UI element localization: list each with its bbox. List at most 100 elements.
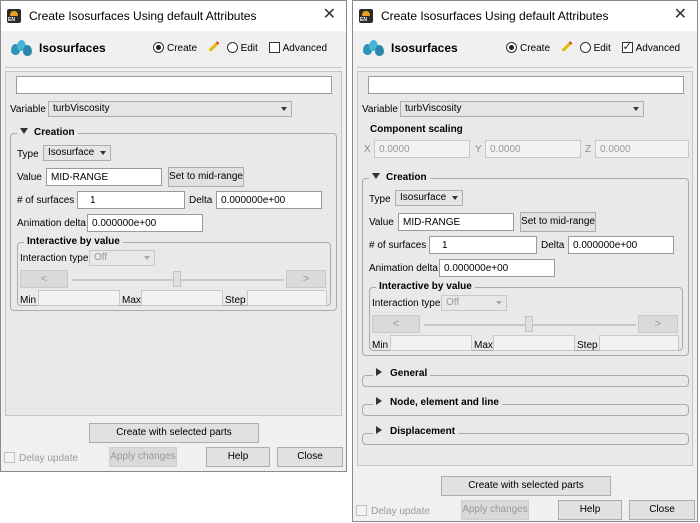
interaction-type-label: Interaction type — [20, 253, 89, 264]
scale-x-label: X — [364, 144, 371, 155]
chevron-down-icon — [281, 107, 287, 111]
slider-thumb[interactable] — [173, 271, 181, 287]
description-input[interactable] — [16, 76, 332, 94]
edit-radio[interactable] — [226, 42, 238, 53]
delay-update[interactable]: Delay update — [356, 505, 430, 517]
isosurface-drops-icon — [11, 40, 33, 58]
node-element-line-section[interactable]: Node, element and line — [362, 397, 689, 416]
num-surfaces-label: # of surfaces — [17, 195, 75, 206]
slider-prev-button[interactable]: < — [20, 270, 68, 288]
max-label: Max — [122, 295, 141, 306]
mode-header: Isosurfaces Create Edit Advanced — [1, 32, 346, 62]
scale-x-input[interactable]: 0.0000 — [374, 140, 470, 158]
set-mid-range-button[interactable]: Set to mid-range — [168, 167, 244, 187]
interactive-group: Interactive by value Interaction type Of… — [17, 236, 331, 306]
close-button[interactable]: Close — [277, 447, 343, 467]
type-select[interactable]: Isosurface — [43, 145, 111, 161]
triangle-down-icon — [20, 128, 28, 134]
interaction-type-select[interactable]: Off — [441, 295, 507, 311]
close-icon[interactable]: ✕ — [674, 7, 687, 23]
delay-update-checkbox — [356, 505, 367, 516]
general-toggle[interactable]: General — [373, 368, 431, 379]
scale-y-input[interactable]: 0.0000 — [485, 140, 581, 158]
chevron-down-icon — [496, 301, 502, 305]
apply-changes-button[interactable]: Apply changes — [461, 500, 529, 520]
advanced-label: Advanced — [282, 43, 328, 54]
step-label: Step — [225, 295, 246, 306]
advanced-checkbox[interactable] — [268, 42, 280, 53]
animation-delta-input[interactable]: 0.000000e+00 — [439, 259, 555, 277]
delta-input[interactable]: 0.000000e+00 — [568, 236, 674, 254]
node-element-line-toggle[interactable]: Node, element and line — [373, 397, 502, 408]
set-mid-range-button[interactable]: Set to mid-range — [520, 212, 596, 232]
pencil-icon — [561, 41, 573, 52]
displacement-section[interactable]: Displacement — [362, 426, 689, 445]
max-input[interactable] — [493, 335, 575, 351]
edit-label: Edit — [240, 43, 258, 54]
max-input[interactable] — [141, 290, 223, 306]
dialog-advanced: Create Isosurfaces Using default Attribu… — [352, 0, 698, 522]
type-label: Type — [17, 149, 39, 160]
delta-label: Delta — [189, 195, 213, 206]
num-surfaces-input[interactable]: 1 — [429, 236, 537, 254]
triangle-right-icon — [376, 426, 382, 434]
triangle-right-icon — [376, 368, 382, 376]
slider-prev-button[interactable]: < — [372, 315, 420, 333]
value-label: Value — [17, 172, 42, 183]
advanced-label: Advanced — [635, 43, 681, 54]
num-surfaces-input[interactable]: 1 — [77, 191, 185, 209]
min-input[interactable] — [390, 335, 472, 351]
help-button[interactable]: Help — [558, 500, 622, 520]
creation-toggle[interactable]: Creation — [369, 172, 430, 183]
delay-update-checkbox — [4, 452, 15, 463]
scale-z-input[interactable]: 0.0000 — [595, 140, 689, 158]
pencil-icon — [208, 41, 220, 52]
edit-radio[interactable] — [579, 42, 591, 53]
delay-update[interactable]: Delay update — [4, 452, 78, 464]
create-with-selected-parts-button[interactable]: Create with selected parts — [89, 423, 259, 443]
close-button[interactable]: Close — [629, 500, 695, 520]
slider-next-button[interactable]: > — [638, 315, 678, 333]
slider-next-button[interactable]: > — [286, 270, 326, 288]
apply-changes-button[interactable]: Apply changes — [109, 447, 177, 467]
help-button[interactable]: Help — [206, 447, 270, 467]
value-input[interactable]: MID-RANGE — [46, 168, 162, 186]
options-panel: Variable turbViscosity Component scaling… — [357, 71, 693, 466]
create-label: Create — [520, 43, 551, 54]
ensight-app-icon — [359, 9, 373, 23]
interactive-title: Interactive by value — [24, 236, 123, 247]
create-radio[interactable] — [506, 42, 517, 53]
create-label: Create — [167, 43, 198, 54]
advanced-checkbox[interactable] — [621, 40, 633, 53]
step-input[interactable] — [599, 335, 679, 351]
value-label: Value — [369, 217, 394, 228]
min-input[interactable] — [38, 290, 120, 306]
creation-toggle[interactable]: Creation — [17, 127, 78, 138]
displacement-toggle[interactable]: Displacement — [373, 426, 459, 437]
description-input[interactable] — [368, 76, 684, 94]
create-radio[interactable] — [153, 42, 164, 53]
value-input[interactable]: MID-RANGE — [398, 213, 514, 231]
title-bar: Create Isosurfaces Using default Attribu… — [1, 1, 346, 31]
step-input[interactable] — [247, 290, 327, 306]
general-section[interactable]: General — [362, 368, 689, 387]
variable-select[interactable]: turbViscosity — [48, 101, 292, 117]
window-title: Create Isosurfaces Using default Attribu… — [29, 9, 257, 23]
create-with-selected-parts-button[interactable]: Create with selected parts — [441, 476, 611, 496]
min-label: Min — [20, 295, 37, 306]
triangle-right-icon — [376, 397, 382, 405]
component-scaling-title: Component scaling — [370, 124, 463, 135]
ensight-app-icon — [7, 9, 21, 23]
animation-delta-input[interactable]: 0.000000e+00 — [87, 214, 203, 232]
feature-label: Isosurfaces — [391, 41, 458, 55]
variable-select[interactable]: turbViscosity — [400, 101, 644, 117]
delta-input[interactable]: 0.000000e+00 — [216, 191, 322, 209]
interaction-type-select[interactable]: Off — [89, 250, 155, 266]
close-icon[interactable]: ✕ — [323, 7, 336, 23]
scale-y-label: Y — [475, 144, 482, 155]
slider-thumb[interactable] — [525, 316, 533, 332]
type-select[interactable]: Isosurface — [395, 190, 463, 206]
variable-label: Variable — [362, 104, 398, 115]
animation-delta-label: Animation delta — [17, 218, 86, 229]
triangle-down-icon — [372, 173, 380, 179]
